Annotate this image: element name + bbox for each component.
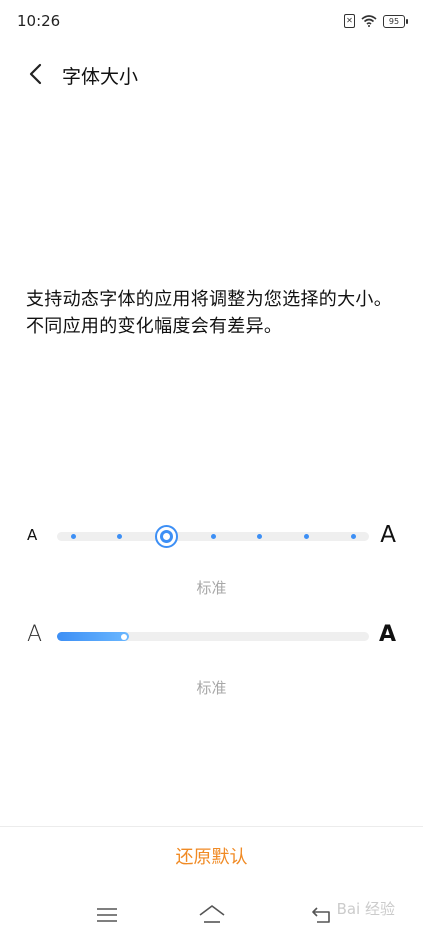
chevron-left-icon — [29, 63, 42, 85]
bold-font-glyph: A — [378, 622, 396, 647]
font-size-slider-thumb[interactable] — [154, 525, 178, 548]
menu-button[interactable] — [92, 900, 122, 930]
battery-icon: 95 — [383, 14, 408, 28]
large-font-glyph: A — [380, 522, 396, 548]
battery-level: 95 — [388, 16, 400, 26]
footer-divider — [0, 826, 423, 827]
menu-icon — [97, 908, 117, 922]
back-arrow-icon — [312, 907, 330, 923]
font-size-step-tick[interactable] — [117, 534, 123, 539]
reset-default-button[interactable]: 还原默认 — [0, 843, 423, 869]
back-nav-button[interactable] — [307, 900, 337, 930]
back-button[interactable] — [22, 60, 50, 88]
home-button[interactable] — [197, 900, 227, 930]
font-size-step-tick[interactable] — [350, 534, 356, 539]
weight-slider-row: A A — [0, 616, 423, 656]
page-title: 字体大小 — [62, 66, 139, 88]
watermark: Bai 经验 — [336, 900, 395, 918]
weight-slider-handle[interactable] — [120, 633, 127, 640]
thin-font-glyph: A — [27, 622, 43, 647]
small-font-glyph: A — [27, 526, 38, 544]
status-bar: 10:26 ✕ 95 — [0, 0, 423, 44]
weight-slider-fill — [57, 632, 129, 641]
header: 字体大小 — [0, 52, 423, 96]
font-size-slider[interactable] — [57, 525, 369, 548]
weight-slider[interactable] — [57, 632, 369, 641]
font-size-level-label: 标准 — [196, 579, 227, 597]
weight-level-label: 标准 — [196, 679, 227, 697]
home-icon — [199, 905, 225, 923]
wifi-icon — [361, 15, 377, 27]
font-size-step-tick[interactable] — [303, 534, 309, 539]
description-text: 支持动态字体的应用将调整为您选择的大小。不同应用的变化幅度会有差异。 — [26, 289, 392, 337]
sim-missing-icon: ✕ — [344, 14, 355, 28]
font-size-slider-row: A A — [0, 518, 423, 558]
font-size-step-tick[interactable] — [257, 534, 263, 539]
status-icons: ✕ 95 — [344, 14, 408, 28]
font-size-step-tick[interactable] — [210, 534, 216, 539]
font-size-step-tick[interactable] — [70, 534, 76, 539]
status-time: 10:26 — [17, 12, 61, 30]
